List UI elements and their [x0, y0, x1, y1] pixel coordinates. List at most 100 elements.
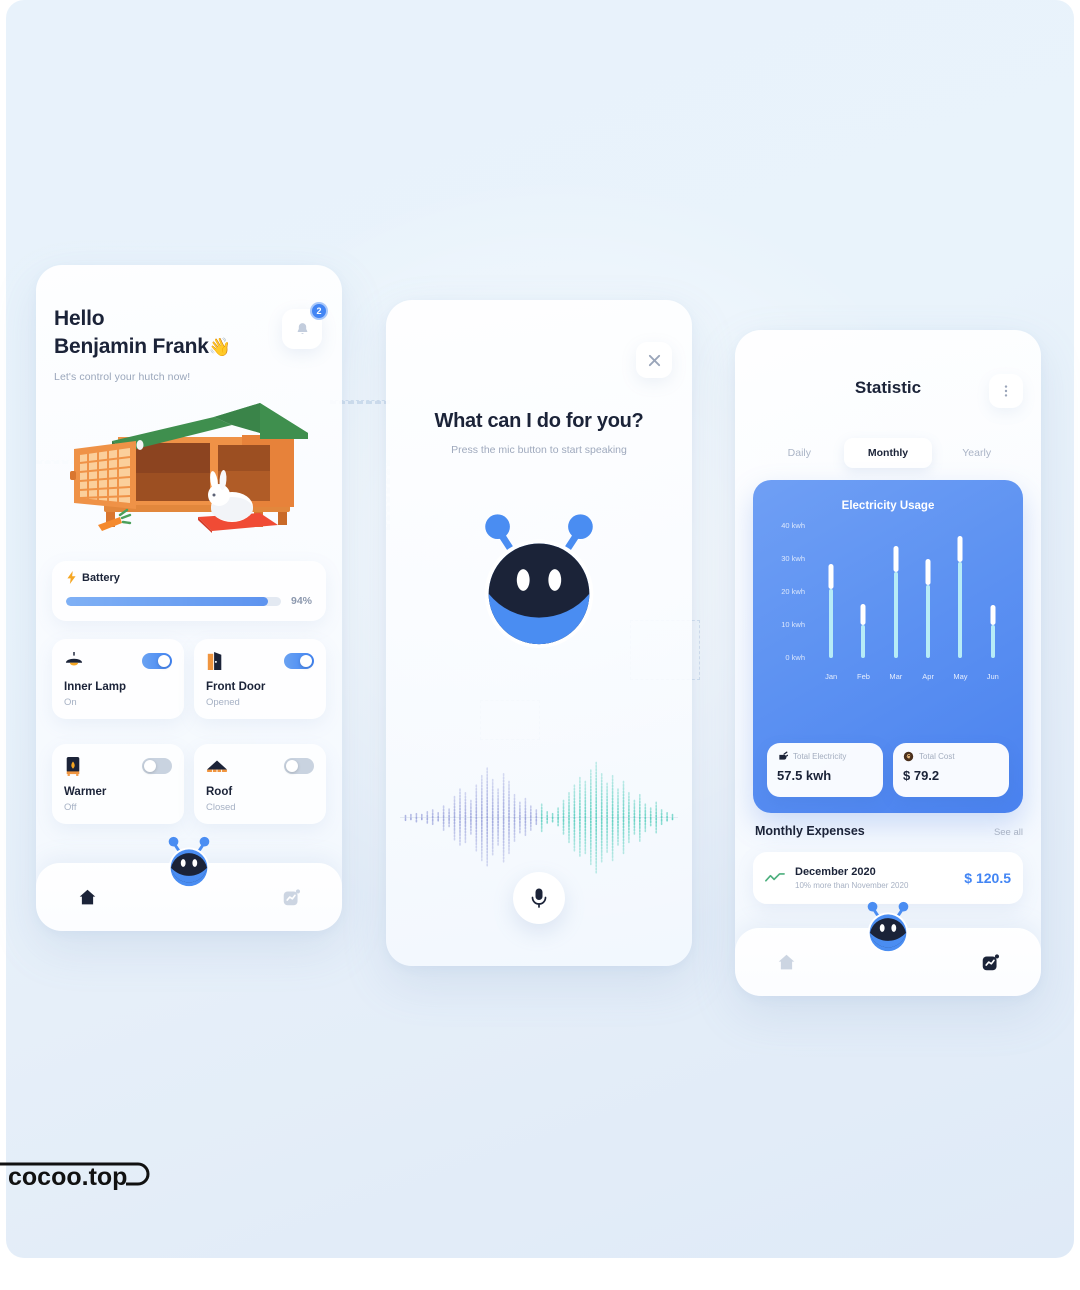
chart-bar-upper	[828, 563, 834, 589]
chart-x-tick: Apr	[922, 672, 934, 681]
kpi-value: 57.5 kwh	[777, 768, 832, 783]
device-name: Roof	[206, 786, 233, 798]
kpi-total-electricity: Total Electricity 57.5 kwh	[767, 743, 883, 797]
device-name: Warmer	[64, 786, 107, 798]
greeting-block: Hello Benjamin Frank👋 Let's control your…	[54, 305, 231, 383]
chart-y-tick: 10 kwh	[781, 620, 805, 629]
voice-robot-avatar	[484, 514, 594, 649]
tab-monthly[interactable]: Monthly	[843, 438, 933, 468]
battery-percent-label: 94%	[290, 595, 312, 607]
microphone-button[interactable]	[513, 872, 565, 924]
chart-bar-upper	[925, 559, 931, 586]
nav-item-home[interactable]	[750, 942, 822, 982]
more-vertical-icon	[1004, 385, 1008, 397]
device-card-inner-lamp[interactable]: Inner Lamp On	[52, 639, 184, 719]
device-state: Opened	[206, 697, 240, 708]
device-card-top	[206, 650, 314, 672]
chart-x-tick: Mar	[889, 672, 903, 681]
chart-bar-upper	[957, 535, 963, 563]
plug-icon	[779, 751, 788, 760]
device-name: Inner Lamp	[64, 681, 126, 693]
device-card-top	[64, 650, 172, 672]
voice-subtitle: Press the mic button to start speaking	[451, 444, 627, 456]
chart-x-tick: Jan	[825, 672, 838, 681]
chart-icon	[283, 888, 300, 905]
battery-header: Battery	[66, 571, 312, 584]
kpi-row: Total Electricity 57.5 kwh Total Cost $ …	[767, 743, 1009, 797]
home-icon	[778, 954, 794, 969]
tab-yearly[interactable]: Yearly	[932, 438, 1021, 468]
toggle-knob	[286, 760, 298, 772]
kpi-header: Total Cost	[903, 751, 999, 762]
toggle-knob	[158, 655, 170, 667]
tab-daily[interactable]: Daily	[755, 438, 844, 468]
chart-bar-lower	[926, 585, 931, 658]
expense-note: 10% more than November 2020	[795, 881, 909, 890]
chart-x-tick: Feb	[857, 672, 870, 681]
device-card-top	[64, 755, 172, 777]
expense-info: December 2020 10% more than November 202…	[795, 866, 954, 890]
chart-bar-upper	[893, 545, 899, 573]
chart-bar	[915, 526, 941, 658]
kpi-total-cost: Total Cost $ 79.2	[893, 743, 1009, 797]
chart-icon	[982, 953, 999, 970]
device-card-roof[interactable]: Roof Closed	[194, 744, 326, 824]
see-all-link[interactable]: See all	[994, 827, 1023, 838]
chart-y-tick: 30 kwh	[781, 554, 805, 563]
device-name: Front Door	[206, 681, 266, 693]
chart-bars	[815, 526, 1009, 658]
notifications-button[interactable]: 2	[282, 302, 328, 349]
battery-progress-fill	[66, 596, 269, 606]
nav-robot-avatar-button[interactable]	[859, 898, 917, 956]
chart-bar	[980, 526, 1006, 658]
bell-icon	[297, 322, 307, 334]
more-options-button[interactable]	[989, 374, 1023, 408]
toggle-roof[interactable]	[284, 758, 314, 774]
device-card-front-door[interactable]: Front Door Opened	[194, 639, 326, 719]
greeting-subtitle: Let's control your hutch now!	[54, 370, 191, 383]
kpi-header: Total Electricity	[777, 751, 873, 762]
toggle-inner-lamp[interactable]	[142, 653, 172, 669]
chart-bar-lower	[958, 562, 963, 658]
battery-progress-row: 94%	[66, 595, 312, 607]
expense-row[interactable]: December 2020 10% more than November 202…	[753, 852, 1023, 904]
chart-y-tick: 0 kwh	[785, 653, 805, 662]
toggle-warmer[interactable]	[142, 758, 172, 774]
chart-bar	[883, 526, 909, 658]
chart-bar	[850, 526, 876, 658]
watermark-logo: cocoo.top	[0, 1162, 150, 1191]
nav-item-home[interactable]	[51, 877, 123, 917]
home-icon	[79, 889, 95, 904]
section-title: Monthly Expenses	[755, 824, 865, 838]
voice-title: What can I do for you?	[434, 410, 644, 432]
greeting-username: Benjamin Frank👋	[54, 333, 231, 361]
close-button[interactable]	[636, 342, 672, 378]
toggle-front-door[interactable]	[284, 653, 314, 669]
device-card-warmer[interactable]: Warmer Off	[52, 744, 184, 824]
phone-screen-voice: What can I do for you? Press the mic but…	[386, 300, 692, 966]
nav-robot-avatar-button[interactable]	[160, 833, 218, 891]
robot-avatar-icon	[484, 514, 594, 649]
battery-label: Battery	[82, 571, 120, 584]
trend-up-icon	[765, 873, 785, 882]
device-state: Off	[64, 802, 77, 813]
chart-y-tick: 40 kwh	[781, 521, 805, 530]
watermark-text: cocoo.top	[8, 1163, 127, 1191]
chart-bar-lower	[893, 572, 898, 658]
robot-avatar-icon	[867, 901, 909, 954]
expense-period: December 2020	[795, 866, 876, 878]
chart-x-tick: Jun	[986, 672, 999, 681]
chart-bar	[947, 526, 973, 658]
heater-icon	[66, 757, 80, 776]
nav-item-stats[interactable]	[255, 877, 327, 917]
greeting-hello: Hello	[54, 307, 105, 330]
expense-amount: $ 120.5	[964, 870, 1011, 886]
rabbit-hutch-illustration	[70, 403, 308, 533]
nav-item-stats[interactable]	[954, 942, 1026, 982]
audio-waveform	[400, 761, 678, 874]
period-tabs: Daily Monthly Yearly	[755, 438, 1021, 468]
chart-x-axis: Jan Feb Mar Apr May Jun	[815, 672, 1009, 681]
device-state: Closed	[206, 802, 236, 813]
kpi-label: Total Electricity	[793, 752, 847, 761]
close-icon	[648, 354, 660, 366]
